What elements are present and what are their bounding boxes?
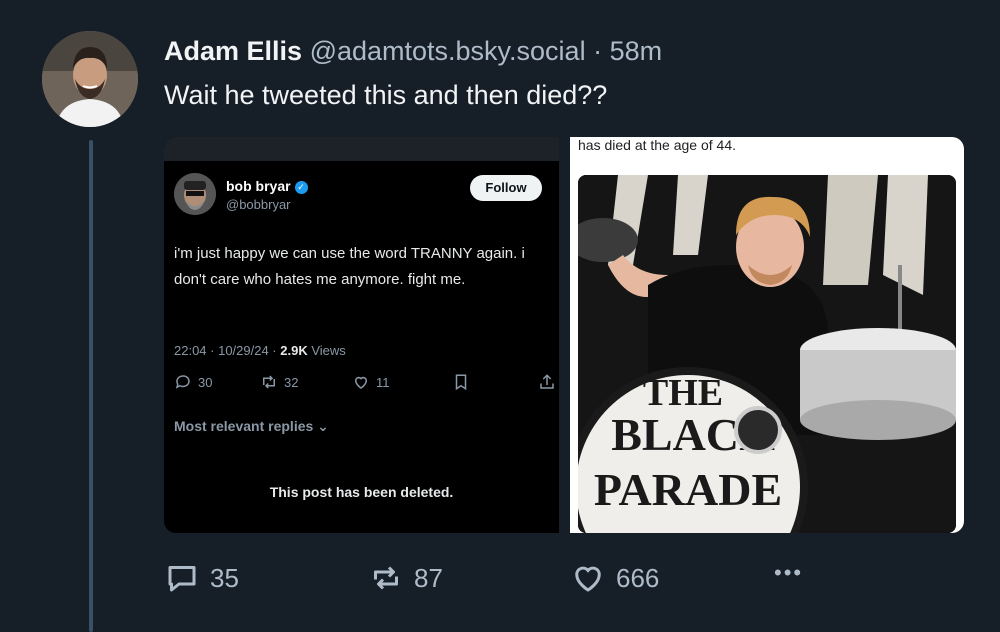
- embedded-image-news-photo[interactable]: has died at the age of 44. THE BLACK PAR…: [570, 137, 964, 533]
- tweet-author-handle: @bobbryar: [226, 197, 291, 212]
- screenshot-topbar: [164, 137, 559, 161]
- tweet-avatar: [174, 173, 216, 215]
- tweet-actions: 30 32 11: [174, 373, 554, 399]
- post-header: Adam Ellis @adamtots.bsky.social · 58m: [164, 36, 662, 67]
- tweet-time: 22:04 · 10/29/24 ·: [174, 343, 277, 358]
- drum-text-line3: PARADE: [594, 464, 782, 515]
- reply-icon: [175, 375, 190, 389]
- tweet-like: 11: [352, 373, 390, 391]
- tweet-share: [538, 373, 556, 391]
- like-count: 666: [616, 562, 660, 593]
- drummer-photo: THE BLACK PARADE: [578, 175, 956, 533]
- bookmark-icon: [455, 374, 467, 391]
- more-options-button[interactable]: •••: [774, 560, 803, 586]
- tweet-text: i'm just happy we can use the word TRANN…: [174, 245, 525, 288]
- news-caption: has died at the age of 44.: [578, 137, 737, 153]
- repost-button[interactable]: 87: [368, 560, 443, 596]
- tweet-retweet-count: 32: [284, 374, 299, 390]
- share-icon: [540, 374, 554, 389]
- author-handle[interactable]: @adamtots.bsky.social: [310, 36, 586, 66]
- avatar-photo: [42, 31, 138, 127]
- drum-text-line1: THE: [643, 372, 723, 414]
- tweet-bookmark: [452, 373, 470, 391]
- most-relevant-replies: Most relevant replies ⌄: [174, 418, 329, 434]
- tweet-author-name: bob bryar ✓: [226, 178, 308, 194]
- tweet-like-count: 11: [376, 374, 390, 390]
- post-timestamp[interactable]: 58m: [610, 36, 663, 66]
- tweet-retweet: 32: [260, 373, 298, 391]
- post-actions: 35 87 666 •••: [164, 560, 824, 600]
- reply-button[interactable]: 35: [164, 560, 239, 596]
- retweet-icon: [263, 375, 275, 389]
- follow-button: Follow: [470, 175, 542, 201]
- tweet-reply: 30: [174, 373, 212, 391]
- author-name[interactable]: Adam Ellis: [164, 36, 302, 66]
- reply-count: 35: [210, 562, 239, 593]
- avatar[interactable]: [42, 31, 138, 127]
- separator-dot: ·: [593, 36, 603, 66]
- repost-icon: [374, 566, 398, 590]
- embedded-image-tweet-screenshot[interactable]: bob bryar ✓ @bobbryar Follow i'm just hap…: [164, 137, 559, 533]
- chevron-down-icon: ⌄: [317, 418, 329, 434]
- repost-count: 87: [414, 562, 443, 593]
- more-options-icon: •••: [774, 560, 804, 585]
- post-text: Wait he tweeted this and then died??: [164, 80, 608, 110]
- post-media[interactable]: bob bryar ✓ @bobbryar Follow i'm just hap…: [164, 137, 964, 533]
- reply-icon: [168, 566, 196, 592]
- heart-icon: [575, 566, 601, 592]
- tweet-meta: 22:04 · 10/29/24 · 2.9K Views: [174, 343, 346, 358]
- tweet-reply-count: 30: [198, 374, 213, 390]
- tweet-views-label: Views: [311, 343, 346, 358]
- verified-badge-icon: ✓: [294, 180, 308, 194]
- tweet-views-count: 2.9K: [280, 343, 308, 358]
- deleted-notice: This post has been deleted.: [269, 484, 454, 500]
- thread-line: [89, 140, 93, 632]
- heart-icon: [354, 376, 368, 389]
- like-button[interactable]: 666: [570, 560, 659, 596]
